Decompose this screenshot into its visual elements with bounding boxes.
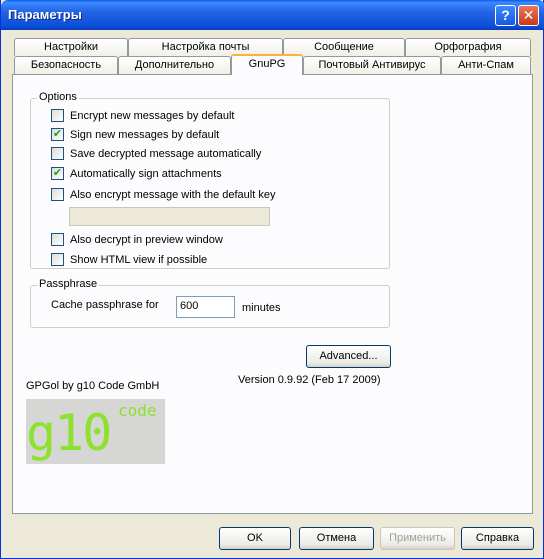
help-icon[interactable]: ? xyxy=(495,5,516,26)
ok-button[interactable]: OK xyxy=(219,527,291,550)
tab-security[interactable]: Безопасность xyxy=(14,56,118,74)
tab-gnupg[interactable]: GnuPG xyxy=(231,54,303,75)
checkmark-icon[interactable]: ✔ xyxy=(51,127,64,141)
save-decrypted-checkbox[interactable]: Save decrypted message automatically xyxy=(51,146,261,163)
minutes-label: minutes xyxy=(242,302,281,314)
checkmark-icon[interactable]: ✔ xyxy=(51,166,64,180)
sign-by-default-checkbox[interactable]: ✔ Sign new messages by default xyxy=(51,127,219,144)
encrypt-default-key-checkbox[interactable]: Also encrypt message with the default ke… xyxy=(51,187,275,204)
apply-button[interactable]: Применить xyxy=(380,527,455,550)
cache-passphrase-label: Cache passphrase for xyxy=(51,299,159,311)
version-text: Version 0.9.92 (Feb 17 2009) xyxy=(238,374,381,386)
checkbox-box[interactable] xyxy=(51,232,64,246)
close-icon[interactable]: ✕ xyxy=(518,5,539,26)
show-html-checkbox[interactable]: Show HTML view if possible xyxy=(51,252,207,269)
decrypt-preview-checkbox[interactable]: Also decrypt in preview window xyxy=(51,232,223,249)
tab-mail-antivirus[interactable]: Почтовый Антивирус xyxy=(303,56,441,74)
cancel-button[interactable]: Отмена xyxy=(299,527,374,550)
default-key-field xyxy=(69,207,270,226)
tab-spelling[interactable]: Орфография xyxy=(405,38,531,56)
checkbox-box[interactable] xyxy=(51,108,64,122)
checkbox-box[interactable] xyxy=(51,146,64,160)
passphrase-group-label: Passphrase xyxy=(37,278,100,290)
window-title: Параметры xyxy=(8,7,82,22)
tab-antispam[interactable]: Анти-Спам xyxy=(441,56,531,74)
options-dialog: Параметры ? ✕ Настройки Настройка почты … xyxy=(0,0,544,559)
gnupg-tab-panel: Options Encrypt new messages by default … xyxy=(12,74,533,514)
options-group-label: Options xyxy=(37,91,79,103)
g10-code-logo: g10 code xyxy=(26,399,165,464)
passphrase-minutes-input[interactable]: 600 xyxy=(176,296,235,318)
checkbox-box[interactable] xyxy=(51,252,64,266)
help-button[interactable]: Справка xyxy=(461,527,534,550)
tab-advanced[interactable]: Дополнительно xyxy=(118,56,231,74)
checkbox-box[interactable] xyxy=(51,187,64,201)
passphrase-group: Passphrase Cache passphrase for 600 minu… xyxy=(30,278,390,328)
about-text: GPGol by g10 Code GmbH xyxy=(26,380,160,392)
logo-sup: code xyxy=(118,401,157,420)
options-group: Options Encrypt new messages by default … xyxy=(30,91,390,269)
sign-attachments-checkbox[interactable]: ✔ Automatically sign attachments xyxy=(51,166,222,183)
encrypt-by-default-checkbox[interactable]: Encrypt new messages by default xyxy=(51,108,234,125)
tab-settings[interactable]: Настройки xyxy=(14,38,128,56)
title-bar[interactable]: Параметры ? ✕ xyxy=(1,0,544,30)
advanced-button[interactable]: Advanced... xyxy=(306,345,391,368)
logo-main: g10 xyxy=(26,404,112,462)
